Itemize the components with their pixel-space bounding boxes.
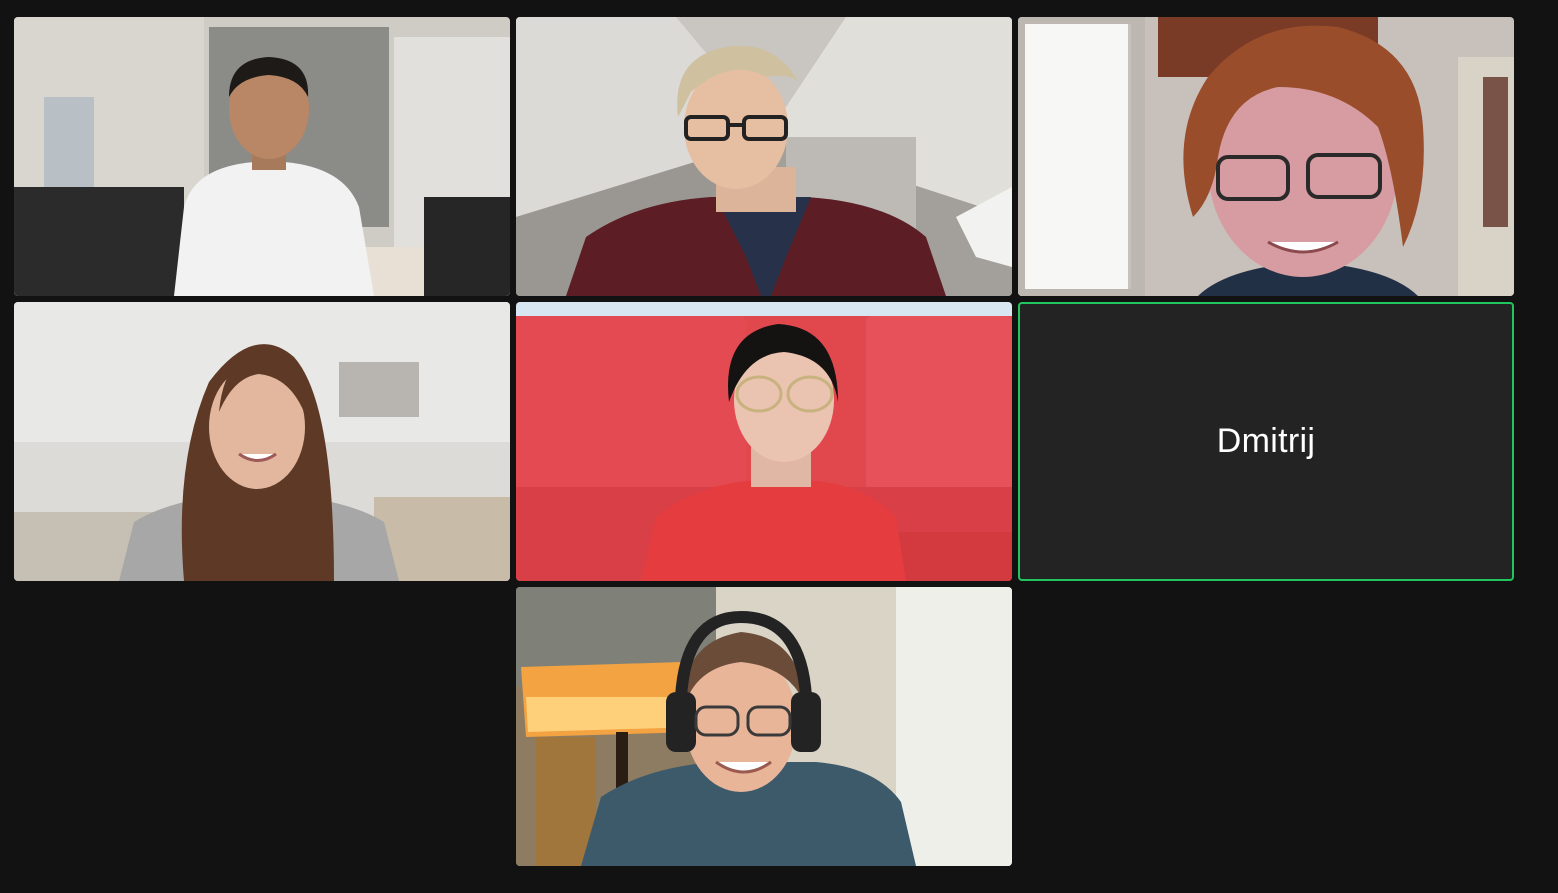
participant-video-3 [1018,17,1514,296]
participant-name-tile-active-speaker[interactable]: Dmitrij [1018,302,1514,581]
participant-video-tile-3[interactable] [1018,17,1514,296]
participant-video-1 [14,17,510,296]
participant-video-tile-2[interactable] [516,17,1012,296]
participant-video-tile-5[interactable] [516,302,1012,581]
participant-video-tile-7[interactable] [516,587,1012,866]
participant-video-tile-4[interactable] [14,302,510,581]
participant-video-4 [14,302,510,581]
participant-video-5 [516,302,1012,581]
participant-video-7 [516,587,1012,866]
participant-video-tile-1[interactable] [14,17,510,296]
participant-video-2 [516,17,1012,296]
participant-name: Dmitrij [1216,422,1316,460]
